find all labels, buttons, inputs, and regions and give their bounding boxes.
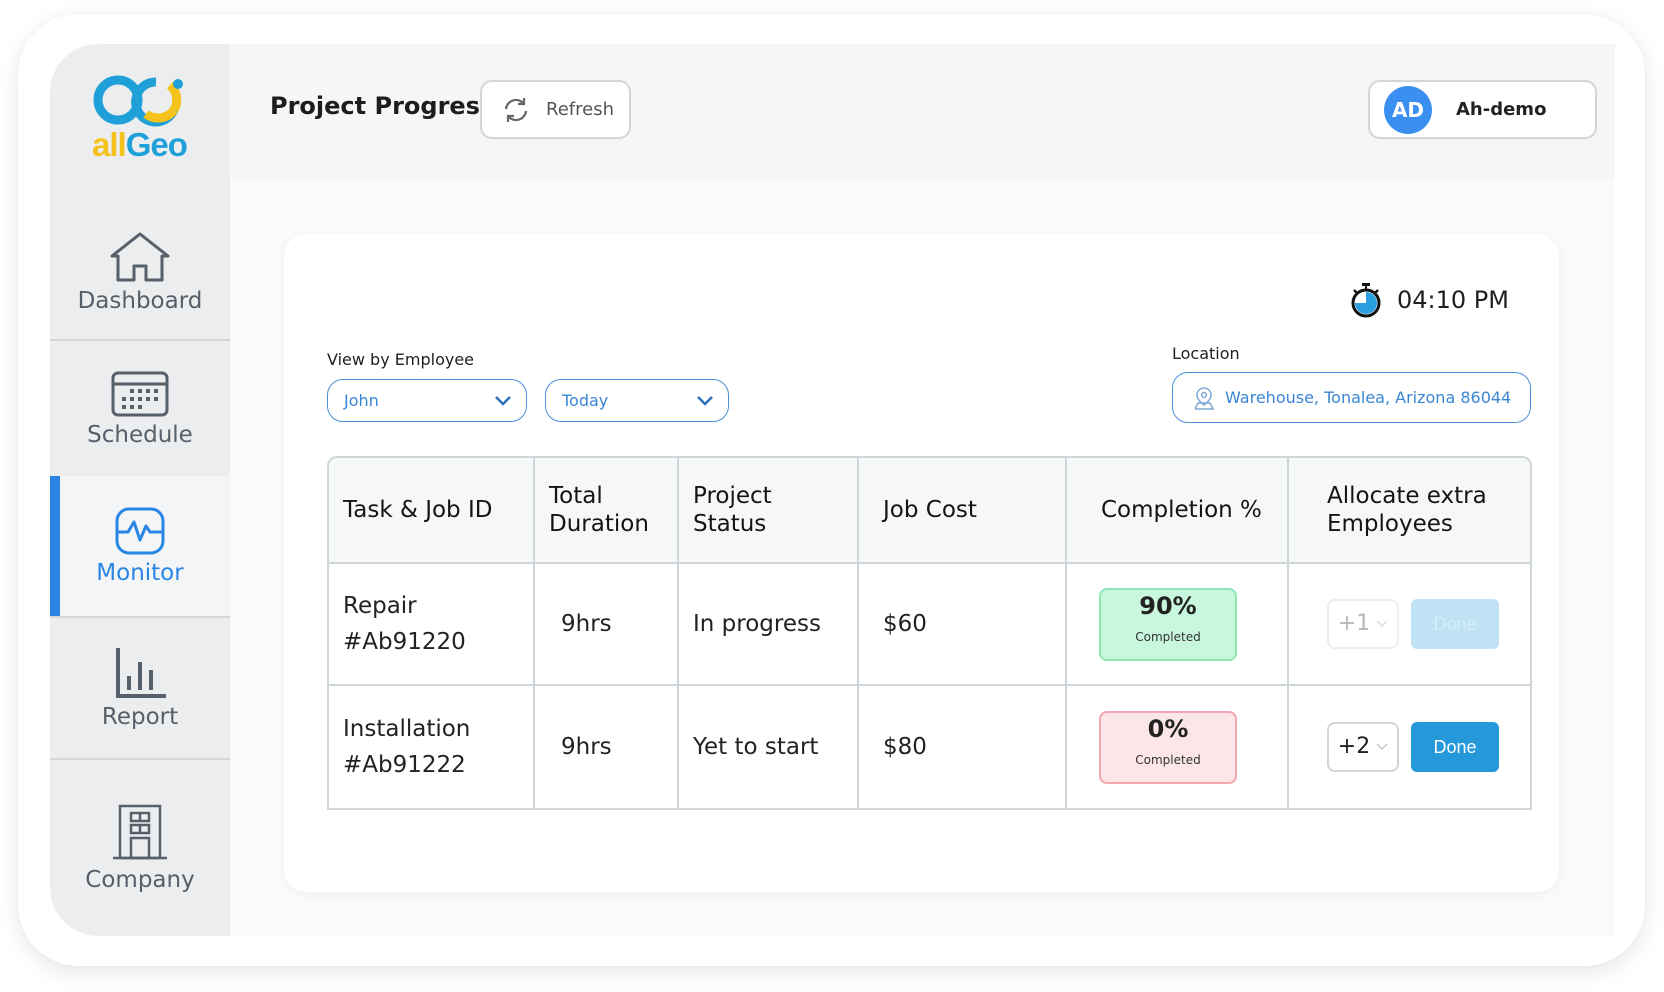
sidebar-item-label: Dashboard bbox=[77, 287, 203, 314]
column-header: Job Cost bbox=[859, 458, 1067, 564]
completion-percent: 90% bbox=[1139, 592, 1197, 620]
completion-badge: 0% Completed bbox=[1099, 710, 1237, 784]
location-label: Location bbox=[1172, 344, 1240, 363]
column-header: Total Duration bbox=[535, 458, 679, 564]
allocate-cell: +2 Done bbox=[1289, 686, 1530, 808]
extra-employees-value: +2 bbox=[1337, 734, 1371, 759]
sidebar-item-report[interactable]: Report bbox=[50, 618, 230, 758]
completion-label: Completed bbox=[1135, 630, 1201, 644]
refresh-label: Refresh bbox=[546, 99, 614, 120]
sidebar-item-label: Monitor bbox=[96, 560, 184, 586]
allocate-cell: +1 Done bbox=[1289, 564, 1530, 686]
duration-cell: 9hrs bbox=[535, 564, 679, 686]
column-header: Project Status bbox=[679, 458, 859, 564]
page-title: Project Progress bbox=[270, 92, 495, 120]
project-table: Task & Job ID Total Duration Project Sta… bbox=[327, 456, 1532, 810]
extra-employees-select[interactable]: +1 bbox=[1327, 599, 1399, 649]
sidebar-item-monitor[interactable]: Monitor bbox=[50, 476, 230, 616]
chevron-down-icon bbox=[1376, 743, 1388, 751]
completion-percent: 0% bbox=[1147, 715, 1189, 743]
employee-dropdown[interactable]: John bbox=[327, 379, 527, 422]
completion-cell: 0% Completed bbox=[1067, 686, 1289, 808]
clock: 04:10 PM bbox=[1349, 282, 1509, 318]
user-name: Ah-demo bbox=[1456, 99, 1547, 120]
completion-label: Completed bbox=[1135, 753, 1201, 767]
extra-employees-value: +1 bbox=[1337, 611, 1371, 636]
avatar: AD bbox=[1384, 85, 1432, 134]
activity-monitor-icon bbox=[115, 507, 165, 555]
app-window: allGeo Dashboard Schedule Monitor Report… bbox=[50, 44, 1615, 936]
period-dropdown-value: Today bbox=[562, 391, 609, 410]
job-id: #Ab91222 bbox=[343, 752, 466, 778]
duration-cell: 9hrs bbox=[535, 686, 679, 808]
task-cell: Repair #Ab91220 bbox=[329, 564, 535, 686]
cost-cell: $80 bbox=[859, 686, 1067, 808]
employee-dropdown-value: John bbox=[344, 391, 379, 410]
logo-text: allGeo bbox=[92, 126, 188, 163]
stopwatch-icon bbox=[1351, 283, 1381, 318]
chevron-down-icon bbox=[495, 395, 511, 406]
sidebar-item-company[interactable]: Company bbox=[50, 760, 230, 936]
column-header: Task & Job ID bbox=[329, 458, 535, 564]
chevron-down-icon bbox=[1376, 620, 1388, 628]
user-menu[interactable]: AD Ah-demo bbox=[1368, 80, 1597, 139]
sidebar-item-schedule[interactable]: Schedule bbox=[50, 341, 230, 476]
status-cell: In progress bbox=[679, 564, 859, 686]
period-dropdown[interactable]: Today bbox=[545, 379, 729, 422]
bar-chart-icon bbox=[116, 648, 166, 698]
employee-filter-label: View by Employee bbox=[327, 350, 475, 369]
task-name: Installation bbox=[343, 716, 471, 742]
chevron-down-icon bbox=[697, 395, 713, 406]
refresh-icon bbox=[504, 97, 528, 122]
sidebar: allGeo Dashboard Schedule Monitor Report… bbox=[50, 44, 230, 936]
table-row: Installation #Ab91222 9hrs Yet to start … bbox=[329, 686, 1530, 808]
extra-employees-select[interactable]: +2 bbox=[1327, 722, 1399, 772]
table-row: Repair #Ab91220 9hrs In progress $60 90%… bbox=[329, 564, 1530, 686]
home-icon bbox=[110, 232, 170, 281]
header: Project Progress Refresh AD Ah-demo bbox=[230, 44, 1615, 179]
status-cell: Yet to start bbox=[679, 686, 859, 808]
calendar-icon bbox=[111, 371, 169, 416]
cost-cell: $60 bbox=[859, 564, 1067, 686]
task-cell: Installation #Ab91222 bbox=[329, 686, 535, 808]
column-header: Allocate extra Employees bbox=[1289, 458, 1530, 564]
task-name: Repair bbox=[343, 593, 417, 619]
column-header: Completion % bbox=[1067, 458, 1289, 564]
sidebar-item-label: Company bbox=[85, 867, 195, 893]
current-time: 04:10 PM bbox=[1397, 286, 1509, 314]
refresh-button[interactable]: Refresh bbox=[480, 80, 631, 139]
done-button[interactable]: Done bbox=[1411, 722, 1499, 772]
sidebar-item-dashboard[interactable]: Dashboard bbox=[50, 204, 230, 339]
location-value: Warehouse, Tonalea, Arizona 86044 bbox=[1225, 388, 1512, 407]
sidebar-item-label: Report bbox=[101, 704, 179, 730]
map-pin-icon bbox=[1194, 386, 1215, 410]
screen: allGeo Dashboard Schedule Monitor Report… bbox=[0, 0, 1664, 992]
table-header-row: Task & Job ID Total Duration Project Sta… bbox=[329, 458, 1530, 564]
job-id: #Ab91220 bbox=[343, 629, 466, 655]
project-progress-card: 04:10 PM View by Employee John Today Loc… bbox=[284, 234, 1559, 892]
building-icon bbox=[113, 804, 167, 860]
done-button[interactable]: Done bbox=[1411, 599, 1499, 649]
completion-cell: 90% Completed bbox=[1067, 564, 1289, 686]
sidebar-item-label: Schedule bbox=[87, 421, 193, 448]
completion-badge: 90% Completed bbox=[1099, 587, 1237, 661]
location-field[interactable]: Warehouse, Tonalea, Arizona 86044 bbox=[1172, 372, 1531, 423]
